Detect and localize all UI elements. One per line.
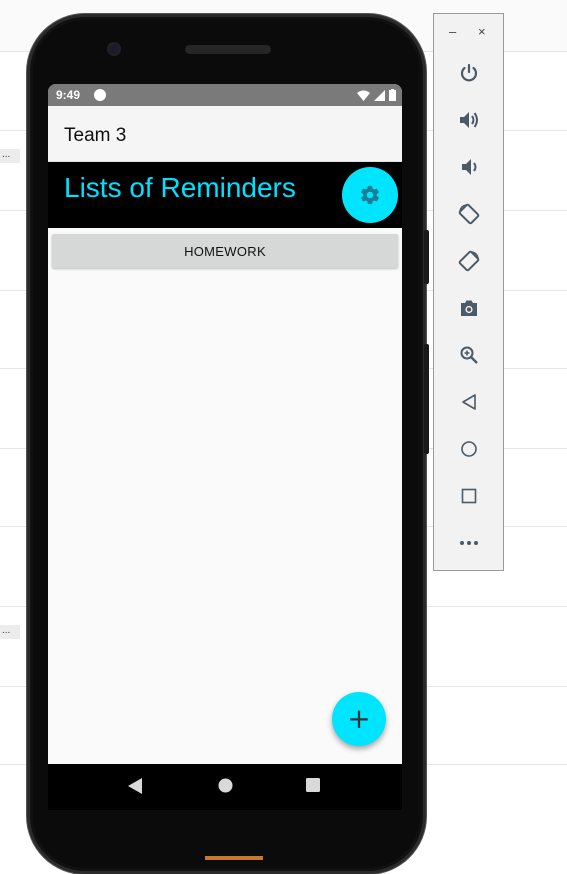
camera-icon [461, 300, 477, 316]
home-icon [461, 441, 477, 457]
app-title: Team 3 [64, 125, 127, 146]
home-button[interactable] [455, 435, 483, 463]
phone-side-button [424, 230, 429, 284]
rotate-right-button[interactable] [455, 247, 483, 275]
rotate-left-icon [458, 203, 480, 225]
home-nav-button[interactable] [218, 778, 233, 793]
gear-icon [361, 185, 379, 205]
overview-icon [461, 488, 477, 504]
notification-app-icon [94, 89, 106, 101]
back-nav-button[interactable] [128, 778, 142, 794]
background-accent-strip [205, 856, 263, 860]
battery-icon [389, 89, 396, 101]
rotate-left-button[interactable] [455, 200, 483, 228]
more-options-button[interactable] [455, 529, 483, 557]
add-list-button[interactable]: + [332, 692, 386, 746]
status-time: 9:49 [56, 88, 81, 102]
close-button[interactable]: × [478, 24, 486, 39]
volume-down-button[interactable] [455, 153, 483, 181]
back-icon [462, 394, 476, 410]
more-button[interactable]: ... [0, 149, 20, 163]
status-bar: 9:49 [48, 84, 402, 106]
volume-up-icon [460, 112, 478, 128]
earpiece-speaker [185, 45, 271, 54]
page-title: Lists of Reminders [64, 172, 296, 203]
phone-volume-button [424, 344, 429, 454]
volume-up-button[interactable] [455, 106, 483, 134]
settings-button[interactable] [342, 167, 398, 223]
power-icon [460, 63, 478, 82]
screenshot-button[interactable] [455, 294, 483, 322]
overview-nav-button[interactable] [306, 778, 320, 792]
navigation-bar [48, 764, 402, 810]
overview-button[interactable] [455, 482, 483, 510]
back-button[interactable] [455, 388, 483, 416]
zoom-icon [460, 346, 478, 364]
more-icon [460, 541, 478, 545]
app-bar: Team 3 [48, 106, 402, 162]
lists-header: Lists of Reminders [48, 162, 402, 228]
rotate-right-icon [458, 250, 480, 272]
power-button[interactable] [455, 59, 483, 87]
volume-down-icon [462, 159, 477, 175]
emulator-toolbar: – × [433, 13, 504, 571]
minimize-button[interactable]: – [449, 24, 456, 39]
status-icons [357, 88, 396, 102]
more-button[interactable]: ... [0, 625, 20, 639]
zoom-button[interactable] [455, 341, 483, 369]
front-camera [107, 42, 121, 56]
wifi-icon [357, 90, 370, 101]
list-item-homework[interactable]: HOMEWORK [52, 234, 398, 268]
device-screen: 9:49 Team 3 Lists of Reminders HOMEWORK … [48, 84, 402, 764]
signal-icon [374, 89, 385, 101]
